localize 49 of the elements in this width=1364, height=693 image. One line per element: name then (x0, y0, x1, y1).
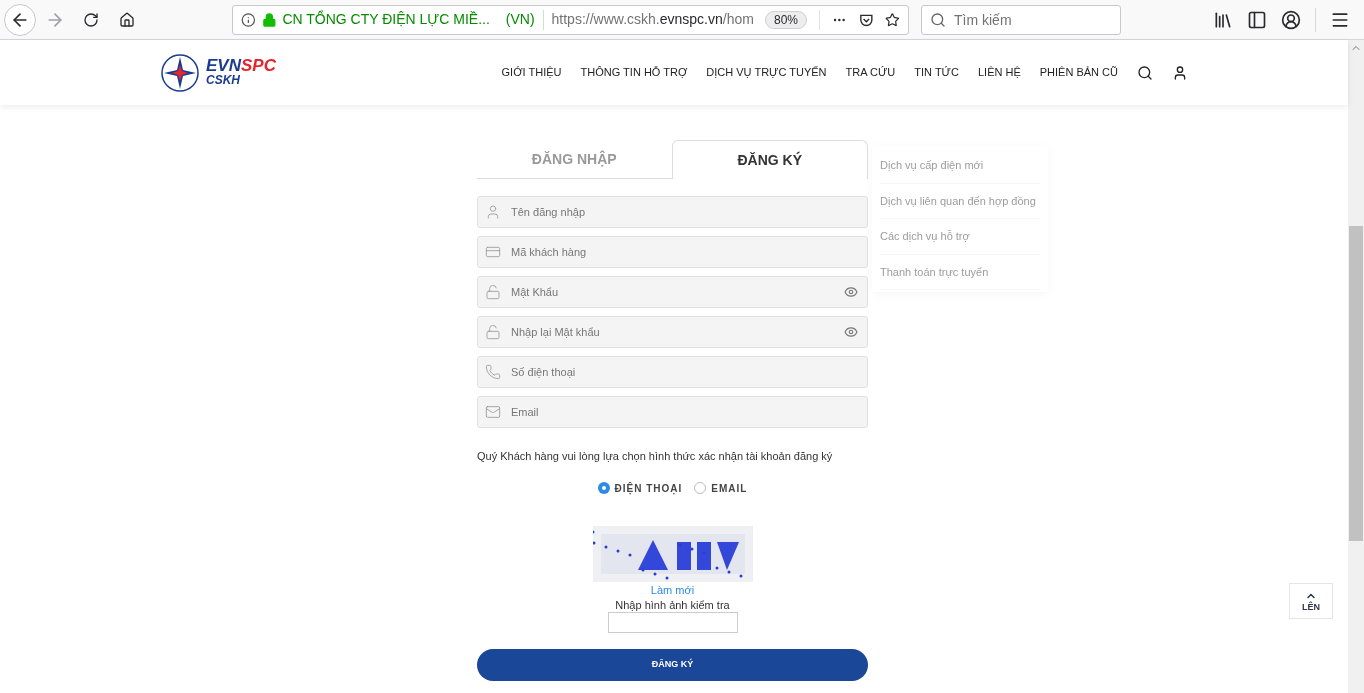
bookmark-star-icon[interactable] (885, 11, 900, 28)
logo[interactable]: EVNSPC CSKH (160, 52, 276, 93)
input-field[interactable]: Tên đăng nhập (477, 196, 868, 228)
input-field[interactable]: Email (477, 396, 868, 428)
search-icon[interactable] (1137, 64, 1153, 81)
info-icon (241, 11, 256, 28)
url-text: https://www.cskh.evnspc.vn/hom (551, 10, 755, 29)
captcha-input[interactable] (607, 611, 738, 633)
tab[interactable]: ĐĂNG KÝ (671, 140, 868, 179)
card-icon (485, 244, 501, 260)
input-field[interactable]: Nhập lại Mật khẩu (477, 316, 868, 348)
reload-icon (83, 11, 99, 28)
phone-icon (485, 364, 501, 380)
eye-icon[interactable] (844, 325, 858, 339)
account-icon[interactable] (1281, 9, 1301, 30)
nav-link[interactable]: THÔNG TIN HỖ TRỢ (580, 64, 688, 81)
nav-link[interactable]: GIỚI THIỆU (501, 64, 562, 81)
input-field[interactable]: Mật Khẩu (477, 276, 868, 308)
site-identity: CN TỔNG CTY ĐIỆN LỰC MIỀ... (282, 9, 490, 29)
zoom-badge[interactable]: 80% (765, 10, 808, 29)
nav-link[interactable]: DỊCH VỤ TRỰC TUYẾN (706, 64, 827, 81)
refresh-link[interactable]: Làm mới (650, 581, 695, 598)
prompt-text: Quý Khách hàng vui lòng lựa chọn hình thức xác nhận tài khoản đăng ký (477, 449, 834, 464)
register-button[interactable]: ĐĂNG KÝ (477, 648, 868, 681)
captcha-label: Nhập hình ảnh kiểm tra (615, 597, 730, 612)
padlock-icon (485, 284, 501, 300)
user-icon (485, 204, 501, 220)
input-field[interactable]: Mã khách hàng (477, 236, 868, 268)
scrollbar[interactable] (1348, 40, 1364, 693)
padlock-icon (485, 324, 501, 340)
eye-icon[interactable] (844, 285, 858, 299)
sidebar-icon[interactable] (1247, 9, 1267, 30)
site-country: (VN) (505, 10, 535, 29)
nav-link[interactable]: TRA CỨU (845, 64, 896, 81)
user-icon[interactable] (1172, 64, 1188, 81)
search-icon (930, 11, 946, 28)
input-field[interactable]: Số điện thoại (477, 356, 868, 388)
back-button[interactable] (4, 3, 36, 36)
radio-option[interactable]: EMAIL (694, 480, 748, 496)
nav-link[interactable]: LIÊN HỆ (977, 64, 1021, 81)
address-bar[interactable]: CN TỔNG CTY ĐIỆN LỰC MIỀ... (VN) https://www.cskh.evnspc.vn/hom 80% (232, 4, 909, 35)
mail-icon (485, 404, 501, 420)
padlock-icon (261, 11, 277, 28)
home-icon (119, 11, 135, 28)
nav-link[interactable]: PHIÊN BẢN CŨ (1039, 64, 1118, 81)
nav-link[interactable]: TIN TỨC (914, 64, 959, 81)
back-to-top-button[interactable]: LÊN (1289, 583, 1333, 619)
search-field[interactable]: Tìm kiếm (921, 4, 1121, 35)
radio-option[interactable]: ĐIỆN THOẠI (597, 480, 683, 496)
